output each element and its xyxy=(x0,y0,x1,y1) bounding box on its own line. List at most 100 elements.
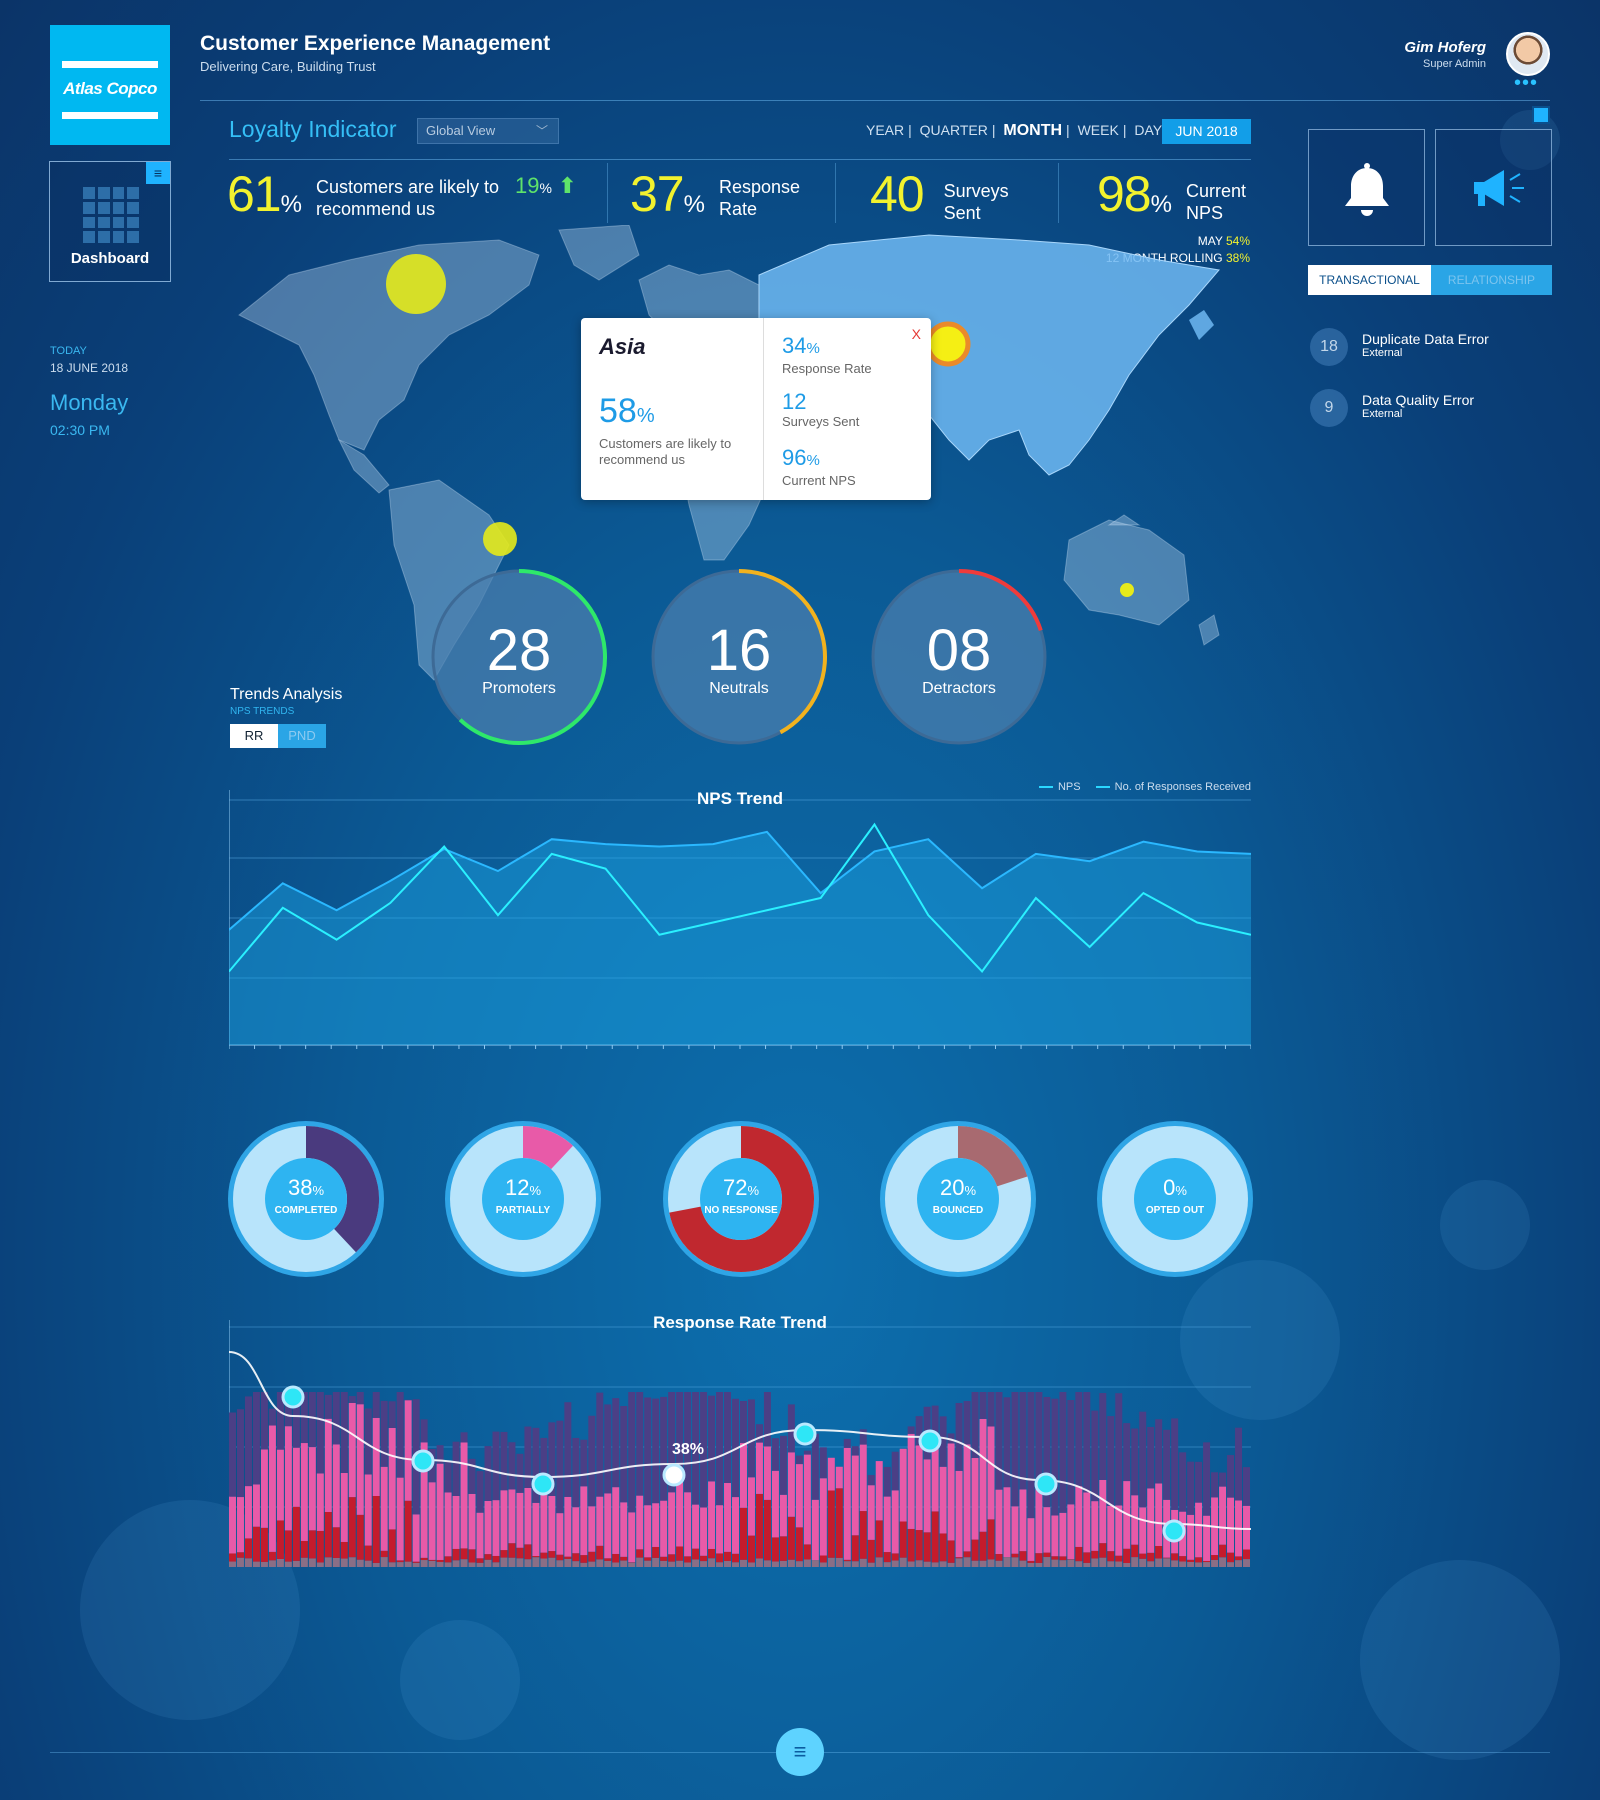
rr-bar-opted xyxy=(628,1562,636,1567)
rr-bar-noresponse xyxy=(955,1557,963,1559)
toggle-rr[interactable]: RR xyxy=(230,724,278,748)
rr-bar-completed xyxy=(1019,1392,1027,1490)
toggle-pnd[interactable]: PND xyxy=(278,724,326,748)
rr-bar-opted xyxy=(692,1559,700,1567)
gauge-promoters[interactable]: 28 Promoters xyxy=(429,567,609,747)
rr-bar-noresponse xyxy=(556,1554,564,1561)
rr-trend-point xyxy=(411,1449,435,1473)
rr-bar-opted xyxy=(508,1557,516,1567)
period-quarter[interactable]: QUARTER xyxy=(920,122,988,138)
popup-region-name: Asia xyxy=(599,334,646,359)
gauge-neutrals[interactable]: 16 Neutrals xyxy=(649,567,829,747)
rr-bar-noresponse xyxy=(747,1535,755,1563)
rr-bar-opted xyxy=(244,1558,252,1567)
rr-bar-noresponse xyxy=(787,1516,795,1560)
period-selector: YEAR | QUARTER | MONTH | WEEK | DAY xyxy=(866,122,1163,139)
rr-trend-point xyxy=(662,1463,686,1487)
donut-completed[interactable]: 38% COMPLETED xyxy=(226,1119,386,1279)
rr-bar-partial xyxy=(244,1486,252,1539)
gauge-label: Detractors xyxy=(922,680,996,697)
dashboard-tile[interactable]: ≡ Dashboard xyxy=(49,161,171,282)
user-menu-dots-icon[interactable]: ••• xyxy=(1514,73,1538,93)
rr-bar-partial xyxy=(684,1492,692,1557)
tab-transactional[interactable]: TRANSACTIONAL xyxy=(1308,265,1431,295)
error-item[interactable]: 18 Duplicate Data Error External xyxy=(1310,328,1489,366)
rr-bar-partial xyxy=(755,1442,763,1494)
announcements-button[interactable] xyxy=(1435,129,1552,246)
dashboard-grid-icon xyxy=(83,187,139,243)
rr-bar-completed xyxy=(1011,1392,1019,1507)
rr-bar-noresponse xyxy=(971,1539,979,1561)
rr-bar-completed xyxy=(1067,1400,1075,1505)
rr-bar-partial xyxy=(747,1477,755,1536)
rr-bar-noresponse xyxy=(939,1533,947,1562)
rr-bar-opted xyxy=(1035,1562,1043,1567)
rr-bar-noresponse xyxy=(500,1550,508,1558)
period-week[interactable]: WEEK xyxy=(1078,122,1119,138)
tab-relationship[interactable]: RELATIONSHIP xyxy=(1431,265,1552,295)
period-month[interactable]: MONTH xyxy=(1003,122,1062,139)
footer-menu-icon[interactable]: ≡ xyxy=(776,1728,824,1776)
rr-bar-completed xyxy=(1179,1452,1187,1512)
rr-bar-completed xyxy=(324,1394,332,1419)
date-badge[interactable]: JUN 2018 xyxy=(1162,119,1251,144)
error-item[interactable]: 9 Data Quality Error External xyxy=(1310,389,1474,427)
bell-icon xyxy=(1345,163,1389,216)
rr-bar-noresponse xyxy=(300,1540,308,1558)
rr-bar-opted xyxy=(1171,1560,1179,1567)
rr-bar-noresponse xyxy=(652,1546,660,1558)
rr-bar-noresponse xyxy=(1243,1549,1250,1560)
rr-bar-opted xyxy=(348,1557,356,1567)
map-marker-australia[interactable] xyxy=(1120,583,1134,597)
donut-no-response[interactable]: 72% NO RESPONSE xyxy=(661,1119,821,1279)
rr-bar-partial xyxy=(316,1473,324,1531)
notifications-button[interactable] xyxy=(1308,129,1425,246)
rr-bar-completed xyxy=(1243,1467,1250,1506)
view-select[interactable]: Global View ﹀ xyxy=(417,118,559,144)
rr-bar-noresponse xyxy=(724,1551,732,1561)
rr-bar-noresponse xyxy=(564,1556,572,1559)
rr-trend-point xyxy=(281,1385,305,1409)
hamburger-menu-icon[interactable]: ≡ xyxy=(146,162,170,184)
rr-bar-partial xyxy=(596,1496,604,1546)
rr-bar-opted xyxy=(1011,1557,1019,1567)
period-day[interactable]: DAY xyxy=(1134,122,1162,138)
rr-bar-completed xyxy=(1163,1429,1171,1500)
rr-bar-opted xyxy=(1083,1562,1091,1567)
donut-opted-out[interactable]: 0% OPTED OUT xyxy=(1095,1119,1255,1279)
rr-bar-opted xyxy=(1075,1561,1083,1567)
gauge-label: Promoters xyxy=(482,680,556,697)
rr-bar-completed xyxy=(987,1392,995,1427)
rr-bar-opted xyxy=(1059,1560,1067,1567)
avatar[interactable] xyxy=(1506,32,1550,76)
rr-bar-noresponse xyxy=(843,1559,851,1562)
rr-bar-noresponse xyxy=(588,1551,596,1562)
rr-bar-noresponse xyxy=(763,1499,771,1561)
rr-bar-partial xyxy=(660,1500,668,1557)
donut-partially[interactable]: 12% PARTIALLY xyxy=(443,1119,603,1279)
atlas-copco-logo[interactable]: Atlas Copco xyxy=(50,25,170,145)
kpi-response-value: 37 xyxy=(630,166,685,222)
rr-bar-opted xyxy=(372,1562,380,1567)
gauge-detractors[interactable]: 08 Detractors xyxy=(869,567,1049,747)
map-marker-south-america[interactable] xyxy=(483,522,517,556)
rr-bar-partial xyxy=(803,1454,811,1545)
rr-bar-opted xyxy=(500,1557,508,1567)
rr-bar-opted xyxy=(540,1558,548,1567)
rr-bar-partial xyxy=(540,1493,548,1553)
user-name[interactable]: Gim Hoferg xyxy=(1404,39,1486,56)
rr-bar-noresponse xyxy=(324,1511,332,1558)
corner-flag-icon[interactable] xyxy=(1532,106,1550,124)
rr-bar-noresponse xyxy=(356,1514,364,1560)
rr-bar-opted xyxy=(1227,1562,1235,1567)
map-marker-north-america[interactable] xyxy=(386,254,446,314)
rr-bar-partial xyxy=(987,1426,995,1520)
close-icon[interactable]: X xyxy=(912,326,921,342)
donut-bounced[interactable]: 20% BOUNCED xyxy=(878,1119,1038,1279)
rr-bar-partial xyxy=(300,1443,308,1541)
rr-bar-completed xyxy=(1107,1416,1115,1506)
map-marker-asia[interactable] xyxy=(925,321,971,367)
period-year[interactable]: YEAR xyxy=(866,122,904,138)
rr-bar-partial xyxy=(915,1445,923,1531)
rr-bar-noresponse xyxy=(612,1553,620,1563)
